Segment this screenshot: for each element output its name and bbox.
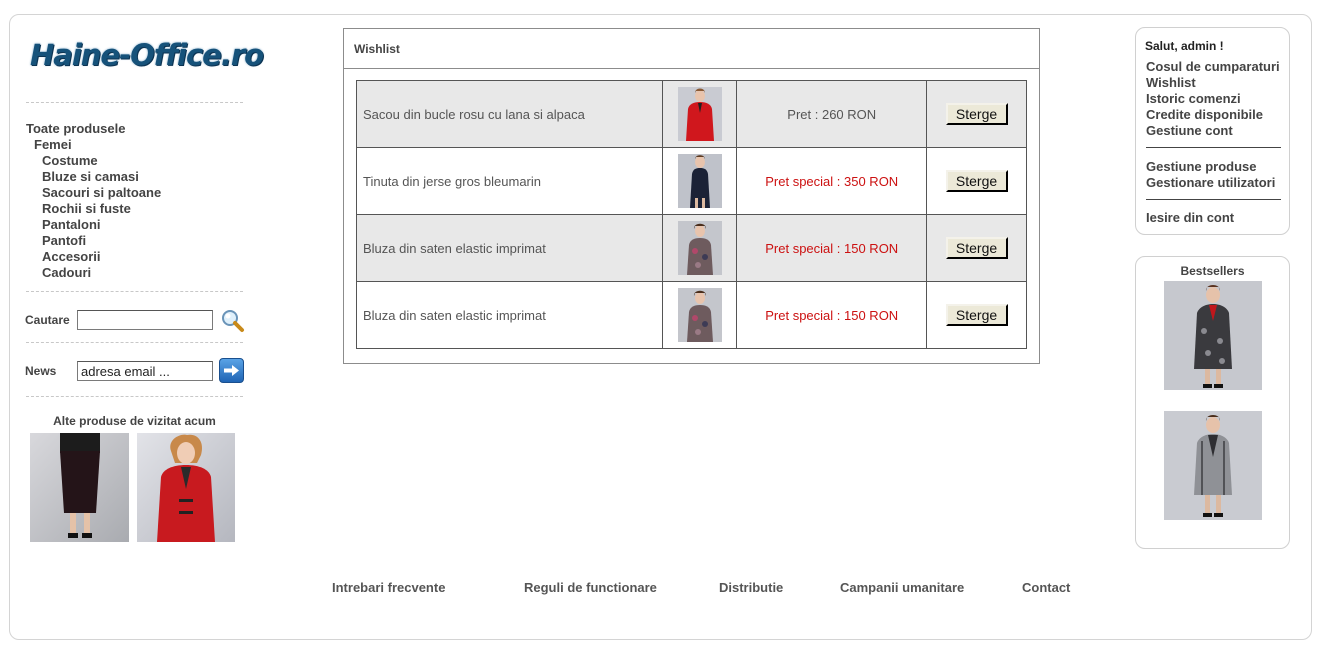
product-price: Pret : 260 RON [736,80,928,148]
table-row: Bluza din saten elastic imprimat Pret sp… [355,281,1027,349]
table-row: Bluza din saten elastic imprimat Pret sp… [355,214,1027,282]
news-label: News [25,364,57,378]
user-menu-panel: Salut, admin ! Cosul de cumparaturi Wish… [1135,27,1290,235]
product-special-price: Pret special : 350 RON [736,147,928,215]
divider [26,291,243,292]
newsletter-email-input[interactable] [77,361,213,381]
product-name[interactable]: Sacou din bucle rosu cu lana si alpaca [355,80,664,148]
divider [1146,147,1281,148]
bestseller-thumbnail[interactable] [1164,411,1262,520]
divider [1146,199,1281,200]
footer-link-campaigns[interactable]: Campanii umanitare [840,580,964,595]
footer-link-contact[interactable]: Contact [1022,580,1070,595]
link-logout[interactable]: Iesire din cont [1146,210,1234,226]
bestsellers-panel: Bestsellers [1135,256,1290,549]
category-item[interactable]: Bluze si camasi [26,169,161,185]
category-item[interactable]: Sacouri si paltoane [26,185,161,201]
product-special-price: Pret special : 150 RON [736,281,928,349]
link-available-credits[interactable]: Credite disponibile [1146,107,1280,123]
remove-button[interactable]: Sterge [945,237,1008,259]
product-name[interactable]: Bluza din saten elastic imprimat [355,214,664,282]
bestsellers-title: Bestsellers [1180,264,1245,278]
divider [26,396,243,397]
arrow-right-icon[interactable] [219,358,244,383]
divider [26,342,243,343]
link-shopping-cart[interactable]: Cosul de cumparaturi [1146,59,1280,75]
other-products-title: Alte produse de vizitat acum [53,414,216,428]
logo-text: Haine-Office.ro [30,38,264,72]
table-row: Tinuta din jerse gros bleumarin Pret spe… [355,147,1027,215]
wishlist-table: Sacou din bucle rosu cu lana si alpaca P… [355,80,1027,349]
footer-link-faq[interactable]: Intrebari frecvente [332,580,445,595]
category-item[interactable]: Rochii si fuste [26,201,161,217]
product-image[interactable] [677,221,722,275]
product-thumbnail[interactable] [137,433,235,542]
wishlist-title: Wishlist [344,29,1039,69]
table-row: Sacou din bucle rosu cu lana si alpaca P… [355,80,1027,148]
category-menu: Toate produsele Femei Costume Bluze si c… [26,121,161,281]
link-product-management[interactable]: Gestiune produse [1146,159,1275,175]
category-item[interactable]: Pantaloni [26,217,161,233]
product-special-price: Pret special : 150 RON [736,214,928,282]
link-account-management[interactable]: Gestiune cont [1146,123,1280,139]
bestseller-thumbnail[interactable] [1164,281,1262,390]
product-name[interactable]: Tinuta din jerse gros bleumarin [355,147,664,215]
account-links: Cosul de cumparaturi Wishlist Istoric co… [1146,59,1280,139]
wishlist-panel: Wishlist Sacou din bucle rosu cu lana si… [343,28,1040,364]
search-input[interactable] [77,310,213,330]
remove-button[interactable]: Sterge [945,103,1008,125]
search-icon[interactable] [220,308,245,333]
link-user-management[interactable]: Gestionare utilizatori [1146,175,1275,191]
category-all[interactable]: Toate produsele [26,121,161,137]
product-image[interactable] [677,154,722,208]
divider [26,102,243,103]
remove-button[interactable]: Sterge [945,170,1008,192]
search-label: Cautare [25,313,70,327]
remove-button[interactable]: Sterge [945,304,1008,326]
category-item[interactable]: Accesorii [26,249,161,265]
product-image[interactable] [677,288,722,342]
product-image[interactable] [677,87,722,141]
link-wishlist[interactable]: Wishlist [1146,75,1280,91]
admin-links: Gestiune produse Gestionare utilizatori [1146,159,1275,191]
category-item[interactable]: Cadouri [26,265,161,281]
logout-link-wrap: Iesire din cont [1146,210,1234,226]
footer-link-rules[interactable]: Reguli de functionare [524,580,657,595]
product-thumbnail[interactable] [30,433,129,542]
product-name[interactable]: Bluza din saten elastic imprimat [355,281,664,349]
category-group-femei[interactable]: Femei [26,137,161,153]
category-item[interactable]: Pantofi [26,233,161,249]
site-logo[interactable]: Haine-Office.ro [30,38,264,86]
category-item[interactable]: Costume [26,153,161,169]
greeting: Salut, admin ! [1145,39,1224,53]
link-order-history[interactable]: Istoric comenzi [1146,91,1280,107]
footer-link-distribution[interactable]: Distributie [719,580,783,595]
